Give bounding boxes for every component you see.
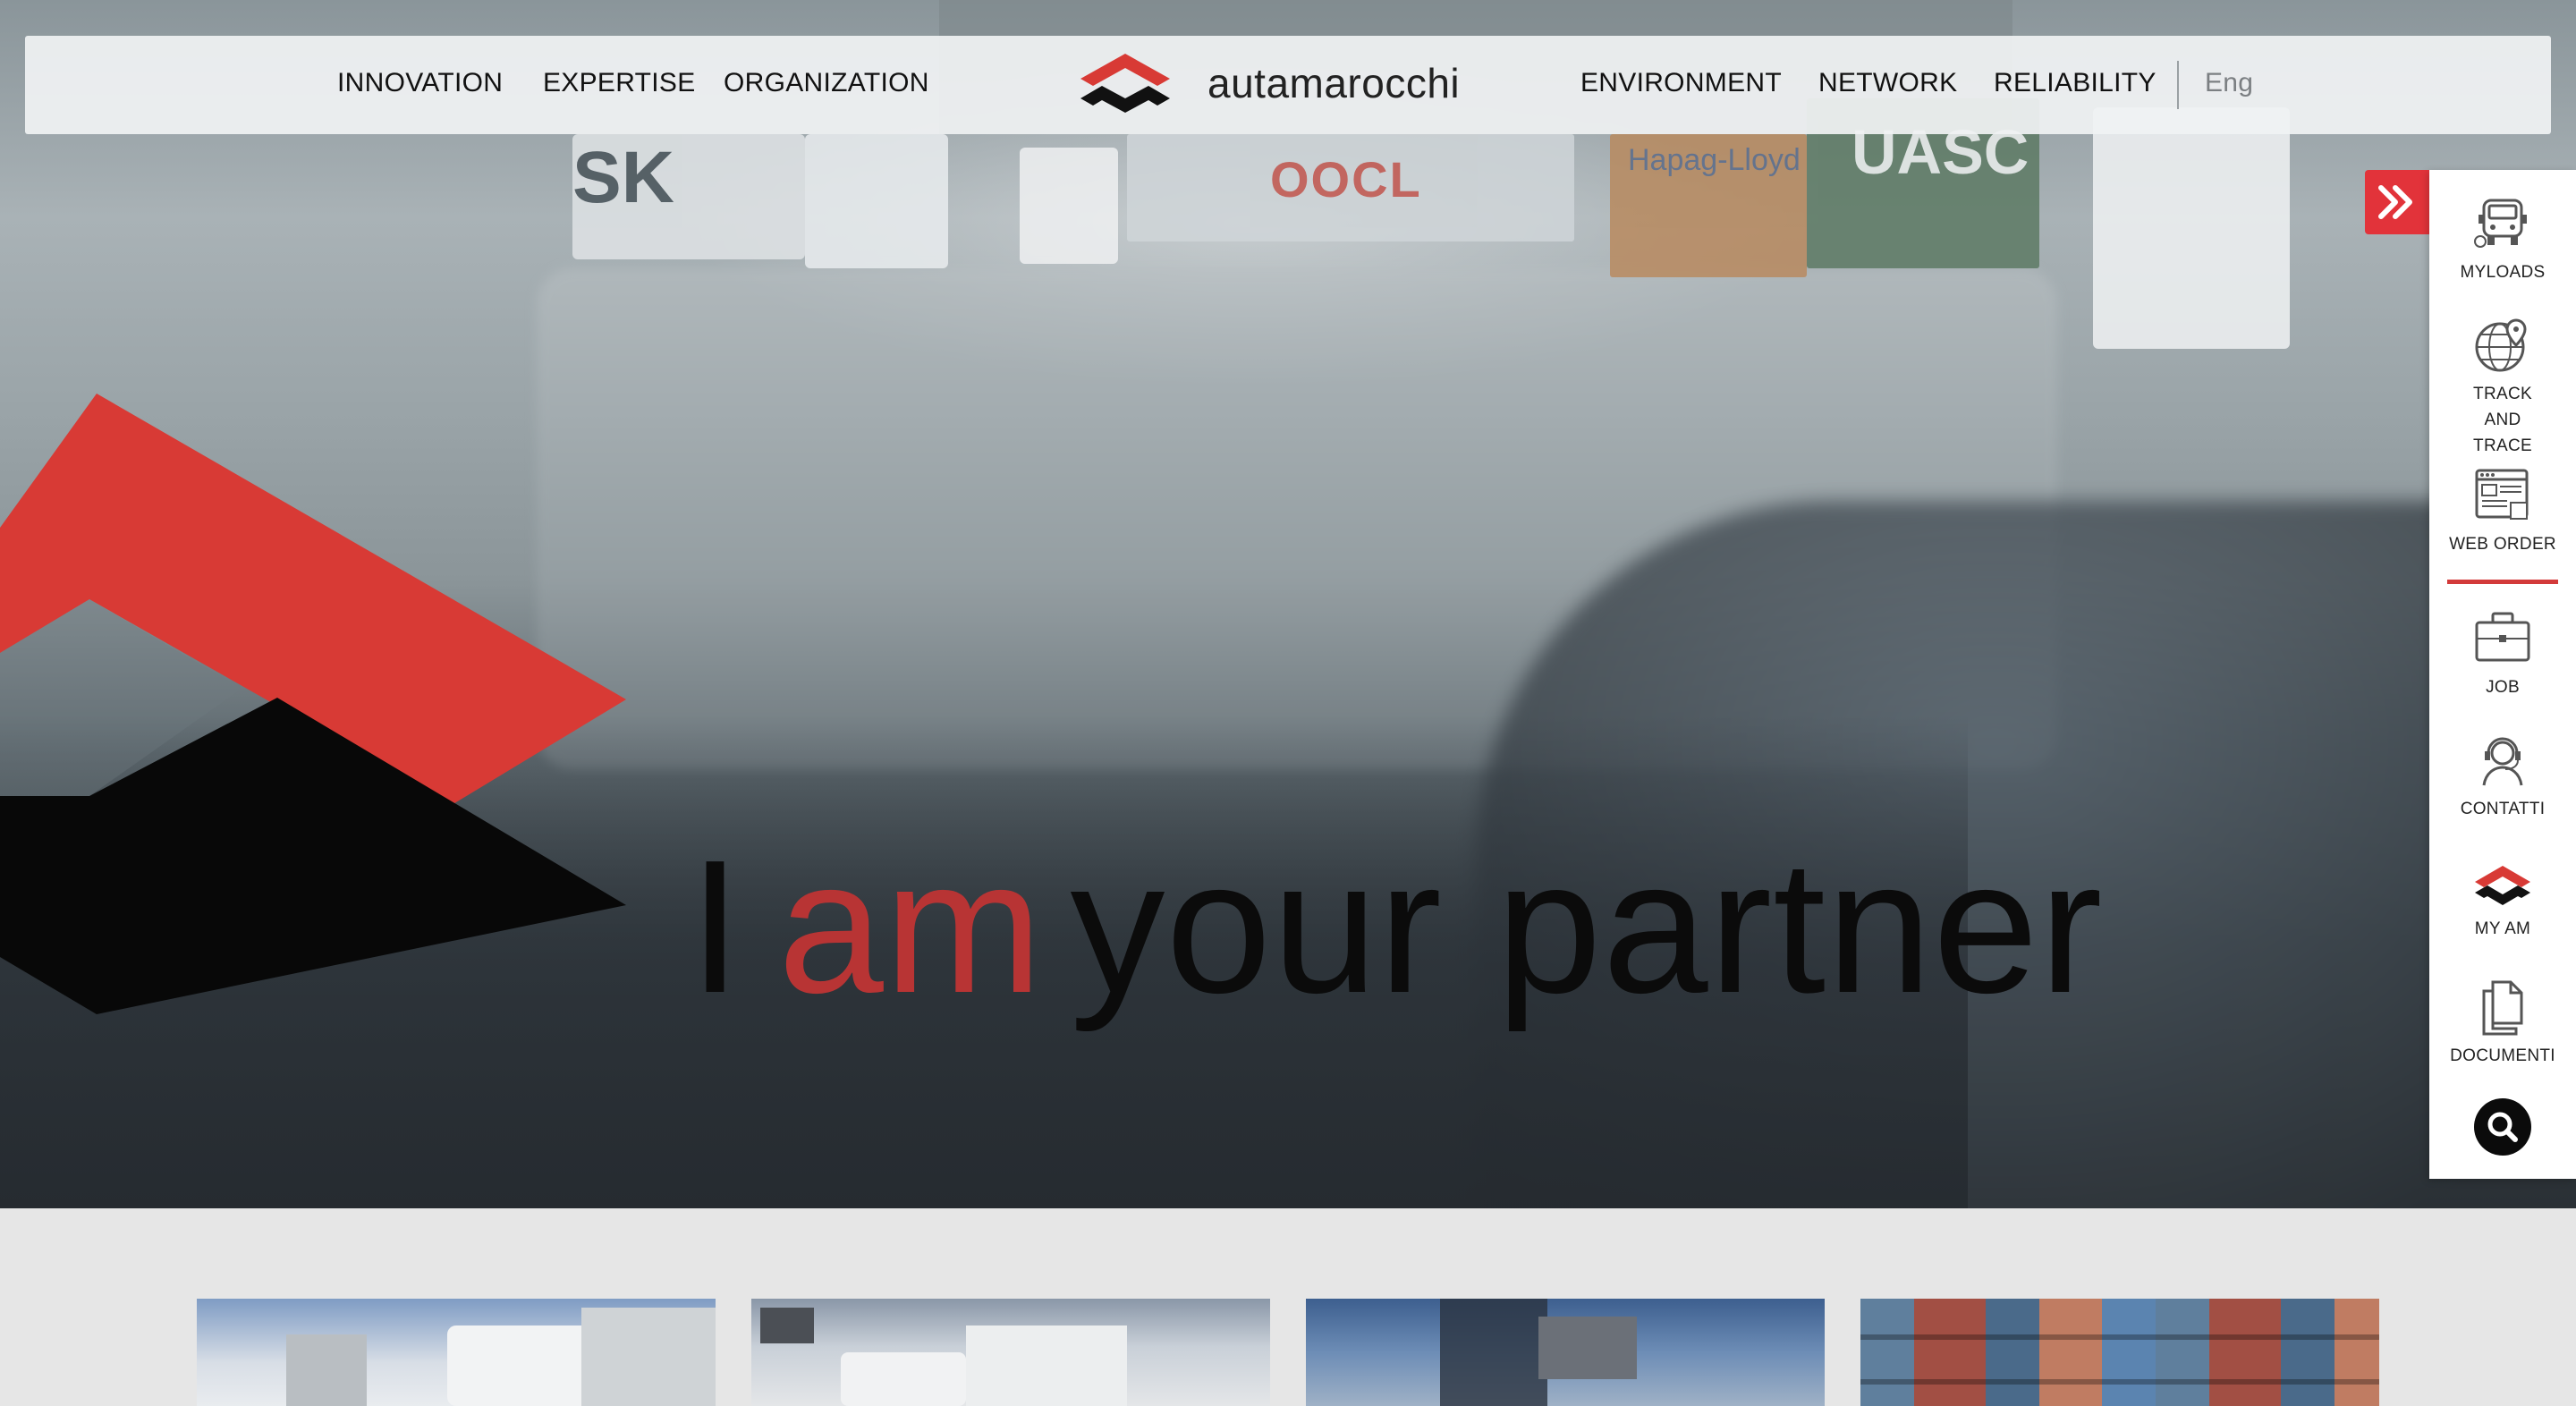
dock-label-contatti: CONTATTI xyxy=(2460,800,2546,818)
search-button[interactable] xyxy=(2474,1098,2531,1156)
nav-link-network[interactable]: NETWORK xyxy=(1818,68,1957,98)
truck-icon xyxy=(2474,199,2527,248)
trailer-text-oocl: OOCL xyxy=(1270,151,1422,208)
dock-label-my-am: MY AM xyxy=(2474,919,2531,938)
nav-link-expertise[interactable]: EXPERTISE xyxy=(543,68,696,98)
headline-word-am: am xyxy=(777,820,1044,1032)
dock-item-track-and-trace[interactable]: TRACK AND TRACE xyxy=(2429,317,2576,459)
dock-label-web-order: WEB ORDER xyxy=(2449,535,2556,554)
dock-toggle-button[interactable] xyxy=(2365,170,2429,234)
hero-headline: Iam your partner xyxy=(689,832,2103,1021)
card-image-2[interactable] xyxy=(751,1299,1270,1406)
briefcase-icon xyxy=(2475,612,2530,662)
brand-chevron-graphic xyxy=(0,394,626,1014)
dock-label-documenti: DOCUMENTI xyxy=(2450,1046,2555,1065)
dock-item-contatti[interactable]: CONTATTI xyxy=(2429,732,2576,822)
documents-icon xyxy=(2482,980,2523,1036)
globe-pin-icon xyxy=(2475,318,2527,372)
headline-word-i: I xyxy=(689,820,742,1032)
nav-link-organization[interactable]: ORGANIZATION xyxy=(724,68,929,98)
dock-item-documenti[interactable]: DOCUMENTI xyxy=(2429,978,2576,1069)
card-image-1[interactable] xyxy=(197,1299,716,1406)
dock-label-myloads: MYLOADS xyxy=(2460,263,2546,282)
dock-label-job: JOB xyxy=(2486,678,2520,697)
nav-link-environment[interactable]: ENVIRONMENT xyxy=(1580,68,1782,98)
hero-banner: SK OOCL Hapag-Lloyd UASC Iam your partner xyxy=(0,0,2576,1208)
double-chevron-right-icon xyxy=(2378,185,2412,219)
nav-link-reliability[interactable]: RELIABILITY xyxy=(1994,68,2157,98)
search-icon xyxy=(2487,1112,2518,1142)
nav-divider xyxy=(2177,61,2179,109)
web-order-icon xyxy=(2475,469,2529,520)
quick-access-dock: MYLOADS TRACK AND TRACE WEB ORDER JOB CO… xyxy=(2429,170,2576,1179)
dock-label-track-and-trace: TRACK AND TRACE xyxy=(2473,385,2532,455)
dock-item-web-order[interactable]: WEB ORDER xyxy=(2429,467,2576,557)
oocl-trailer: OOCL xyxy=(1127,134,1574,241)
nav-link-innovation[interactable]: INNOVATION xyxy=(337,68,503,98)
truck-left: SK xyxy=(572,134,805,259)
language-switch[interactable]: Eng xyxy=(2205,68,2253,98)
truck-center-cab xyxy=(1020,148,1118,264)
card-image-3[interactable] xyxy=(1306,1299,1825,1406)
trailer-text-sk: SK xyxy=(572,137,674,218)
headline-your-partner: your partner xyxy=(1070,820,2104,1032)
orange-container: Hapag-Lloyd xyxy=(1610,134,1807,277)
truck-left-cab xyxy=(805,134,948,268)
dock-item-job[interactable]: JOB xyxy=(2429,610,2576,700)
brand-logo-icon[interactable] xyxy=(1072,43,1179,127)
dock-red-separator xyxy=(2447,580,2558,584)
am-logo-icon xyxy=(2475,866,2530,905)
card-image-4[interactable] xyxy=(1860,1299,2379,1406)
brand-name[interactable]: autamarocchi xyxy=(1208,59,1460,107)
dock-item-myloads[interactable]: MYLOADS xyxy=(2429,195,2576,285)
truck-right-cab xyxy=(2093,107,2290,349)
top-navigation: INNOVATION EXPERTISE ORGANIZATION autama… xyxy=(25,36,2551,134)
headset-icon xyxy=(2482,737,2523,786)
container-text-hapag: Hapag-Lloyd xyxy=(1628,143,1801,177)
dock-item-my-am[interactable]: MY AM xyxy=(2429,855,2576,942)
